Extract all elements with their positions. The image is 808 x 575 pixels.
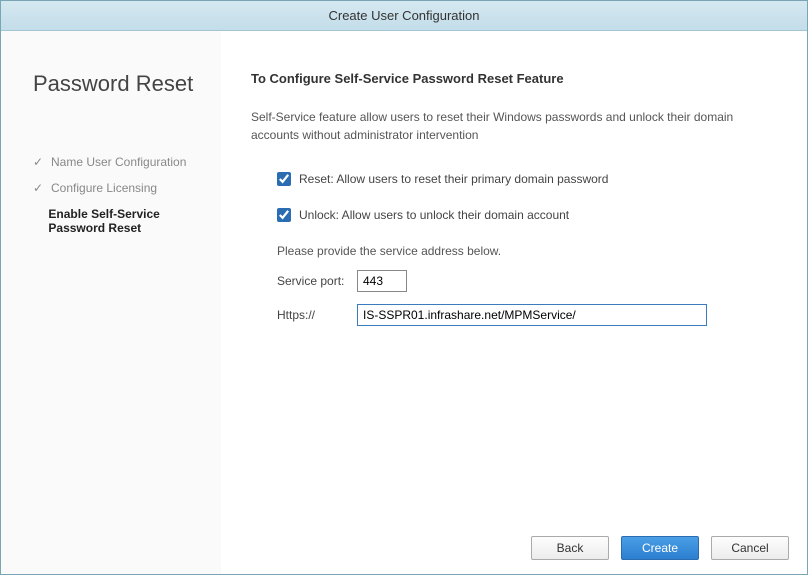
- cancel-button[interactable]: Cancel: [711, 536, 789, 560]
- step-enable-self-service: Enable Self-Service Password Reset: [33, 207, 211, 235]
- main-heading: To Configure Self-Service Password Reset…: [251, 71, 777, 86]
- address-instruction: Please provide the service address below…: [277, 244, 777, 258]
- titlebar: Create User Configuration: [1, 1, 807, 31]
- step-configure-licensing: ✓ Configure Licensing: [33, 181, 211, 195]
- window-title: Create User Configuration: [328, 8, 479, 23]
- unlock-checkbox[interactable]: [277, 208, 291, 222]
- back-button[interactable]: Back: [531, 536, 609, 560]
- main-panel: To Configure Self-Service Password Reset…: [221, 31, 807, 574]
- reset-checkbox[interactable]: [277, 172, 291, 186]
- button-bar: Back Create Cancel: [531, 536, 789, 560]
- unlock-checkbox-row[interactable]: Unlock: Allow users to unlock their doma…: [277, 208, 777, 222]
- step-label: Name User Configuration: [51, 155, 186, 169]
- service-url-input[interactable]: [357, 304, 707, 326]
- wizard-window: Create User Configuration Password Reset…: [0, 0, 808, 575]
- check-icon: ✓: [33, 181, 45, 195]
- port-label: Service port:: [277, 274, 357, 288]
- check-icon: ✓: [33, 155, 45, 169]
- step-name-user-configuration: ✓ Name User Configuration: [33, 155, 211, 169]
- unlock-checkbox-label: Unlock: Allow users to unlock their doma…: [299, 208, 569, 222]
- service-port-input[interactable]: [357, 270, 407, 292]
- sidebar-title: Password Reset: [33, 71, 211, 97]
- https-label: Https://: [277, 308, 357, 322]
- port-field-row: Service port:: [277, 270, 777, 292]
- step-label: Configure Licensing: [51, 181, 157, 195]
- reset-checkbox-label: Reset: Allow users to reset their primar…: [299, 172, 608, 186]
- main-description: Self-Service feature allow users to rese…: [251, 108, 777, 144]
- reset-checkbox-row[interactable]: Reset: Allow users to reset their primar…: [277, 172, 777, 186]
- create-button[interactable]: Create: [621, 536, 699, 560]
- sidebar: Password Reset ✓ Name User Configuration…: [1, 31, 221, 574]
- step-label: Enable Self-Service Password Reset: [48, 207, 211, 235]
- https-field-row: Https://: [277, 304, 777, 326]
- content-area: Password Reset ✓ Name User Configuration…: [1, 31, 807, 574]
